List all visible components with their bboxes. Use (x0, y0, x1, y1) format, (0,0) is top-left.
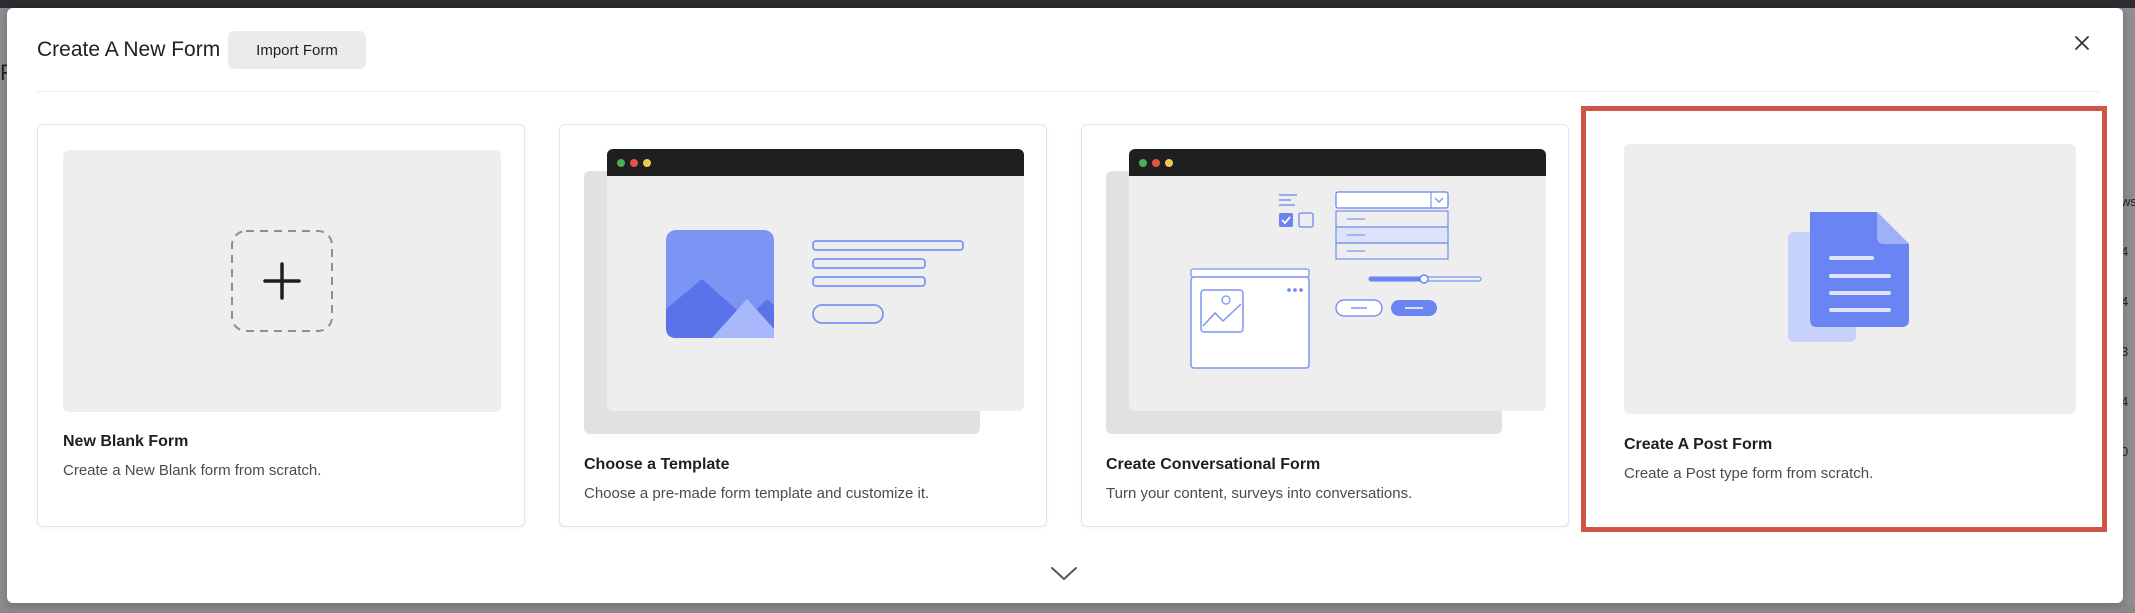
conversational-illustration (1129, 149, 1546, 411)
background-value: 0 (2121, 444, 2129, 459)
conversational-form-card[interactable]: Create Conversational Form Turn your con… (1081, 124, 1569, 527)
image-icon (666, 230, 774, 338)
background-right-column: ws 4 4 3 4 0 (2121, 195, 2135, 495)
modal-title: Create A New Form (37, 38, 221, 61)
document-icon (1788, 212, 1909, 342)
choose-template-card[interactable]: Choose a Template Choose a pre-made form… (559, 124, 1047, 527)
background-value: 3 (2121, 344, 2129, 359)
dropdown-icon (1335, 191, 1449, 209)
card-title: Create A Post Form (1624, 436, 1773, 453)
plus-icon (263, 262, 301, 300)
card-description: Turn your content, surveys into conversa… (1106, 485, 1413, 502)
card-description: Create a New Blank form from scratch. (63, 462, 322, 479)
background-app-bar (0, 0, 2135, 8)
template-illustration (607, 149, 1024, 411)
background-value: 4 (2121, 244, 2129, 259)
new-blank-form-card[interactable]: New Blank Form Create a New Blank form f… (37, 124, 525, 527)
close-button[interactable] (2067, 28, 2097, 58)
card-title: Create Conversational Form (1106, 456, 1321, 473)
modal-header: Create A New Form Import Form (7, 8, 2123, 98)
show-more-chevron[interactable] (1049, 562, 1079, 584)
checkbox-icon (1279, 212, 1314, 228)
create-form-modal: Create A New Form Import Form New Blank … (7, 8, 2123, 603)
background-header: ws (2121, 194, 2135, 209)
header-divider (37, 91, 2099, 92)
card-description: Choose a pre-made form template and cust… (584, 485, 930, 502)
chevron-down-icon (1051, 567, 1077, 580)
close-icon (2075, 36, 2089, 50)
background-value: 4 (2121, 394, 2129, 409)
card-title: New Blank Form (63, 433, 189, 450)
blank-form-illustration (63, 150, 501, 412)
post-form-card[interactable]: Create A Post Form Create a Post type fo… (1603, 119, 2091, 530)
card-title: Choose a Template (584, 456, 730, 473)
card-description: Create a Post type form from scratch. (1624, 465, 1874, 482)
slider-icon (1368, 274, 1482, 284)
background-value: 4 (2121, 294, 2129, 309)
background-bottom (0, 604, 2135, 613)
background-left-text: Fo (0, 60, 26, 86)
post-form-illustration (1624, 144, 2076, 414)
import-form-button[interactable]: Import Form (228, 31, 366, 69)
